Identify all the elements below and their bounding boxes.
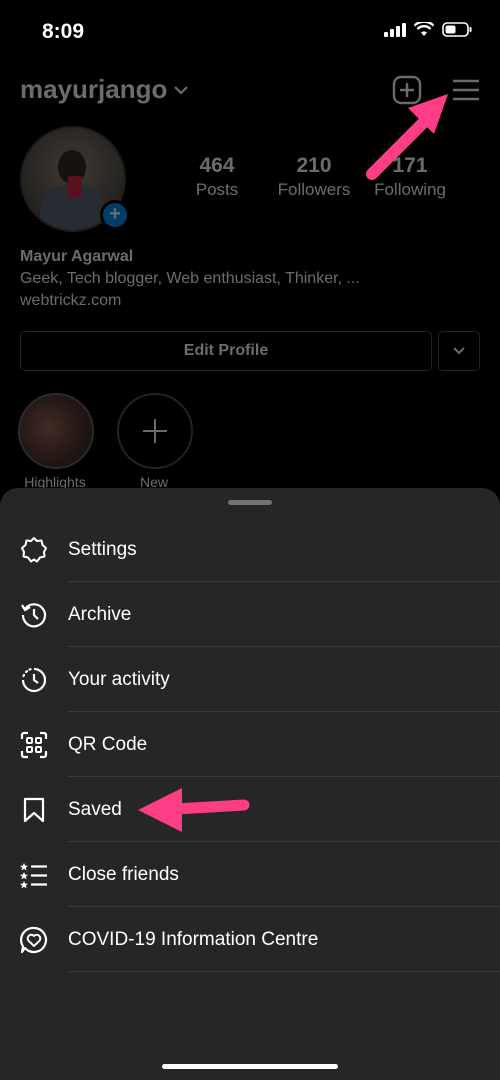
divider [68, 646, 500, 647]
highlight-cover [18, 393, 94, 469]
stat-value: 210 [296, 154, 332, 177]
new-highlight-circle [117, 393, 193, 469]
bookmark-icon [20, 796, 48, 824]
battery-icon [442, 22, 472, 37]
menu-item-your-activity[interactable]: Your activity [0, 648, 500, 712]
menu-item-label: COVID-19 Information Centre [68, 929, 319, 950]
signal-icon [384, 22, 406, 37]
menu-item-qr-code[interactable]: QR Code [0, 713, 500, 777]
menu-item-archive[interactable]: Archive [0, 583, 500, 647]
menu-item-settings[interactable]: Settings [0, 518, 500, 582]
new-highlight-button[interactable] [117, 393, 193, 469]
activity-icon [20, 666, 48, 694]
website-link[interactable]: webtrickz.com [20, 290, 360, 312]
stat-label: Posts [195, 180, 239, 199]
stat-value: 464 [199, 154, 235, 177]
covid-info-icon [20, 926, 48, 954]
menu-item-close-friends[interactable]: Close friends [0, 843, 500, 907]
annotation-arrow-icon [366, 94, 448, 180]
profile-name: Mayur Agarwal [20, 248, 134, 265]
menu-item-label: Your activity [68, 669, 170, 690]
divider [68, 841, 500, 842]
menu-item-label: Archive [68, 604, 132, 625]
bio: Mayur Agarwal Geek, Tech blogger, Web en… [20, 246, 360, 312]
close-friends-icon [20, 861, 48, 889]
archive-icon [20, 601, 48, 629]
wifi-icon [414, 22, 434, 36]
qr-code-icon [20, 731, 48, 759]
divider [68, 581, 500, 582]
annotation-arrow-icon [138, 788, 250, 832]
chevron-down-icon [453, 347, 465, 355]
chevron-down-icon [174, 85, 189, 95]
plus-icon [143, 419, 167, 443]
divider [68, 711, 500, 712]
menu-item-label: Close friends [68, 864, 179, 885]
stat-label: Followers [277, 180, 351, 199]
sheet-drag-handle[interactable] [228, 500, 272, 505]
highlight-item[interactable] [18, 393, 94, 469]
bio-text: Geek, Tech blogger, Web enthusiast, Thin… [20, 270, 360, 287]
home-indicator [162, 1064, 338, 1069]
menu-item-label: QR Code [68, 734, 148, 755]
divider [68, 776, 500, 777]
stat-posts[interactable]: 464 Posts [182, 154, 252, 200]
menu-item-covid-info[interactable]: COVID-19 Information Centre [0, 908, 500, 972]
menu-item-label: Saved [68, 799, 122, 820]
suggestions-toggle-button[interactable] [438, 331, 480, 371]
stat-followers[interactable]: 210 Followers [268, 154, 360, 200]
status-time: 8:09 [42, 20, 85, 43]
menu-item-label: Settings [68, 539, 137, 560]
settings-icon [20, 536, 48, 564]
status-icons [384, 22, 472, 37]
username: mayurjango [20, 74, 168, 104]
divider [68, 906, 500, 907]
divider [68, 971, 500, 972]
username-switcher[interactable]: mayurjango [20, 74, 189, 105]
edit-profile-button[interactable]: Edit Profile [20, 331, 432, 371]
add-story-icon[interactable]: + [100, 200, 130, 230]
